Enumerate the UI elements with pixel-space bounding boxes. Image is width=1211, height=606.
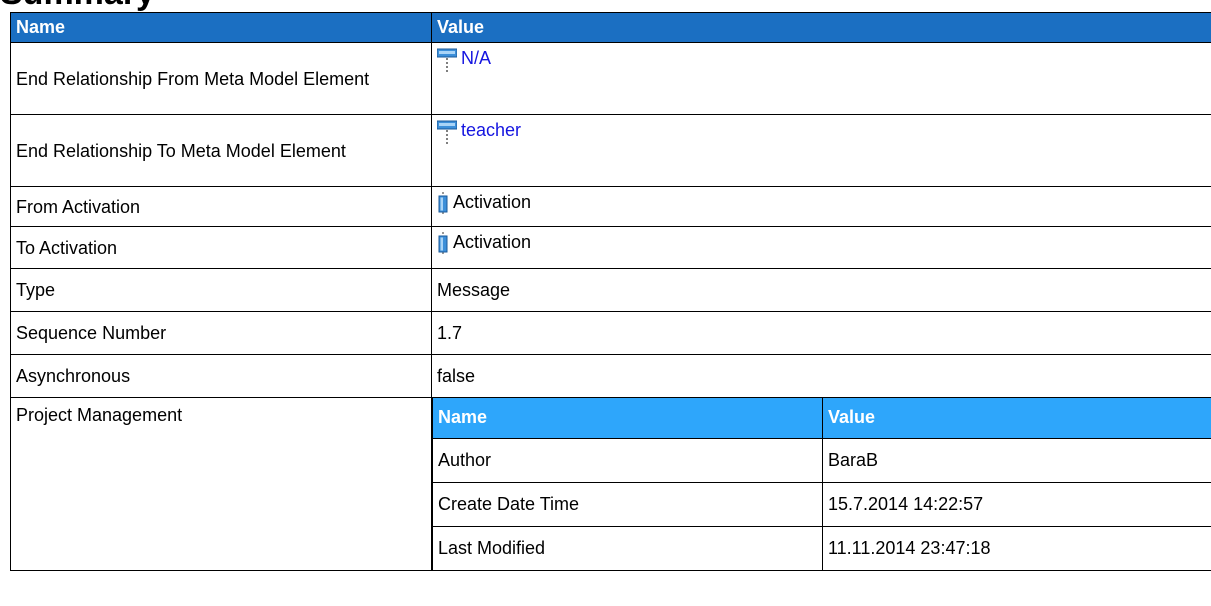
table-row: End Relationship To Meta Model Element t… [10, 114, 1211, 187]
table-row: Create Date Time 15.7.2014 14:22:57 [432, 481, 1211, 527]
row-value: Activation [431, 226, 1211, 269]
nested-header-row: Name Value [432, 398, 1211, 439]
table-row: Asynchronous false [10, 354, 1211, 398]
column-header-name: Name [10, 12, 432, 43]
table-row: Author BaraB [432, 437, 1211, 483]
row-name: Project Management [10, 397, 432, 571]
row-value: teacher [431, 114, 1211, 187]
table-row: To Activation Activation [10, 226, 1211, 269]
column-header-value: Value [431, 12, 1211, 43]
row-name: Last Modified [432, 525, 823, 570]
table-row: End Relationship From Meta Model Element… [10, 42, 1211, 115]
activation-icon [437, 192, 449, 221]
row-value: 1.7 [431, 311, 1211, 355]
table-row: From Activation Activation [10, 186, 1211, 227]
project-management-table: Name Value Author BaraB Create Date Time… [432, 398, 1211, 570]
table-row: Last Modified 11.11.2014 23:47:18 [432, 525, 1211, 570]
column-header-name: Name [432, 398, 823, 439]
from-element-link[interactable]: N/A [461, 48, 491, 68]
row-name: To Activation [10, 226, 432, 269]
row-value: Name Value Author BaraB Create Date Time… [431, 397, 1211, 571]
table-row: Sequence Number 1.7 [10, 311, 1211, 355]
row-name: Asynchronous [10, 354, 432, 398]
row-value: Message [431, 268, 1211, 312]
row-value: 11.11.2014 23:47:18 [822, 525, 1211, 570]
row-value: N/A [431, 42, 1211, 115]
row-name: End Relationship From Meta Model Element [10, 42, 432, 115]
table-header-row: Name Value [10, 12, 1211, 43]
to-activation-value: Activation [453, 232, 532, 252]
column-header-value: Value [822, 398, 1211, 439]
activation-icon [437, 232, 449, 261]
meta-model-element-icon [436, 120, 458, 151]
to-element-link[interactable]: teacher [461, 120, 521, 140]
row-name: End Relationship To Meta Model Element [10, 114, 432, 187]
row-value: false [431, 354, 1211, 398]
meta-model-element-icon [436, 48, 458, 79]
row-name: Type [10, 268, 432, 312]
table-row: Type Message [10, 268, 1211, 312]
row-name: From Activation [10, 186, 432, 227]
row-value: 15.7.2014 14:22:57 [822, 481, 1211, 527]
row-name: Author [432, 437, 823, 483]
from-activation-value: Activation [453, 192, 532, 212]
row-value: BaraB [822, 437, 1211, 483]
table-row: Project Management Name Value Author Bar… [10, 397, 1211, 571]
row-name: Create Date Time [432, 481, 823, 527]
row-value: Activation [431, 186, 1211, 227]
properties-table: Name Value End Relationship From Meta Mo… [10, 12, 1211, 571]
row-name: Sequence Number [10, 311, 432, 355]
